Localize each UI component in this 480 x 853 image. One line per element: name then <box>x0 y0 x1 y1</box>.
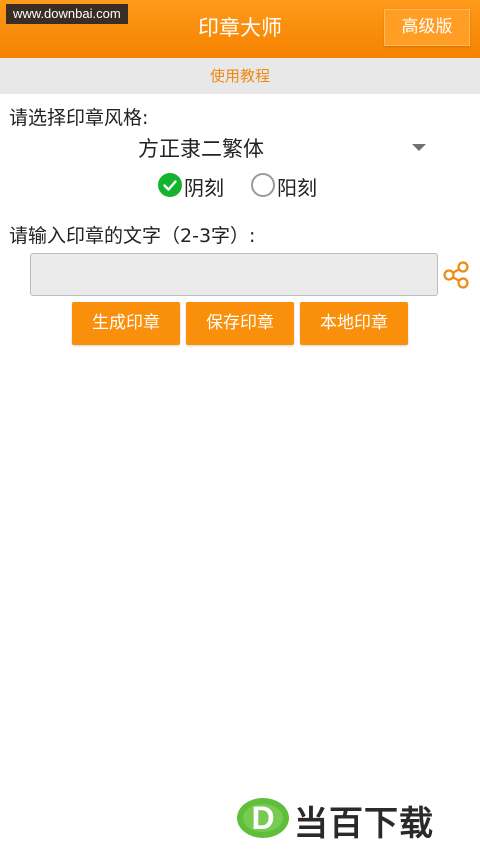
premium-button[interactable]: 高级版 <box>384 9 470 46</box>
radio-checked-indicator <box>158 173 182 197</box>
seal-text-input[interactable] <box>30 253 438 296</box>
radio-unchecked-indicator <box>251 173 275 197</box>
app-header: 印章大师 www.downbai.com 高级版 <box>0 0 480 58</box>
check-icon <box>163 180 177 191</box>
dropdown-arrow-icon <box>412 144 426 151</box>
site-watermark: www.downbai.com <box>6 4 128 24</box>
style-label: 请选择印章风格: <box>9 107 149 129</box>
bottom-watermark-text: 当百下载 <box>294 804 434 844</box>
svg-text:D: D <box>251 800 274 836</box>
radio-yin-label: 阴刻 <box>184 176 224 200</box>
radio-yang-label: 阳刻 <box>277 176 317 200</box>
bottom-watermark-logo: D 当百下载 <box>236 795 476 844</box>
local-seal-button[interactable]: 本地印章 <box>300 302 408 345</box>
selected-font-value: 方正隶二繁体 <box>138 137 264 161</box>
app-screen: 印章大师 www.downbai.com 高级版 使用教程 请选择印章风格: 方… <box>0 0 480 853</box>
share-icon[interactable] <box>442 260 470 290</box>
logo-d-icon: D <box>237 798 289 838</box>
font-style-dropdown[interactable]: 方正隶二繁体 <box>130 130 440 166</box>
seal-text-label: 请输入印章的文字（2-3字）: <box>9 225 256 247</box>
save-seal-button[interactable]: 保存印章 <box>186 302 294 345</box>
generate-seal-button[interactable]: 生成印章 <box>72 302 180 345</box>
tutorial-link[interactable]: 使用教程 <box>0 58 480 94</box>
